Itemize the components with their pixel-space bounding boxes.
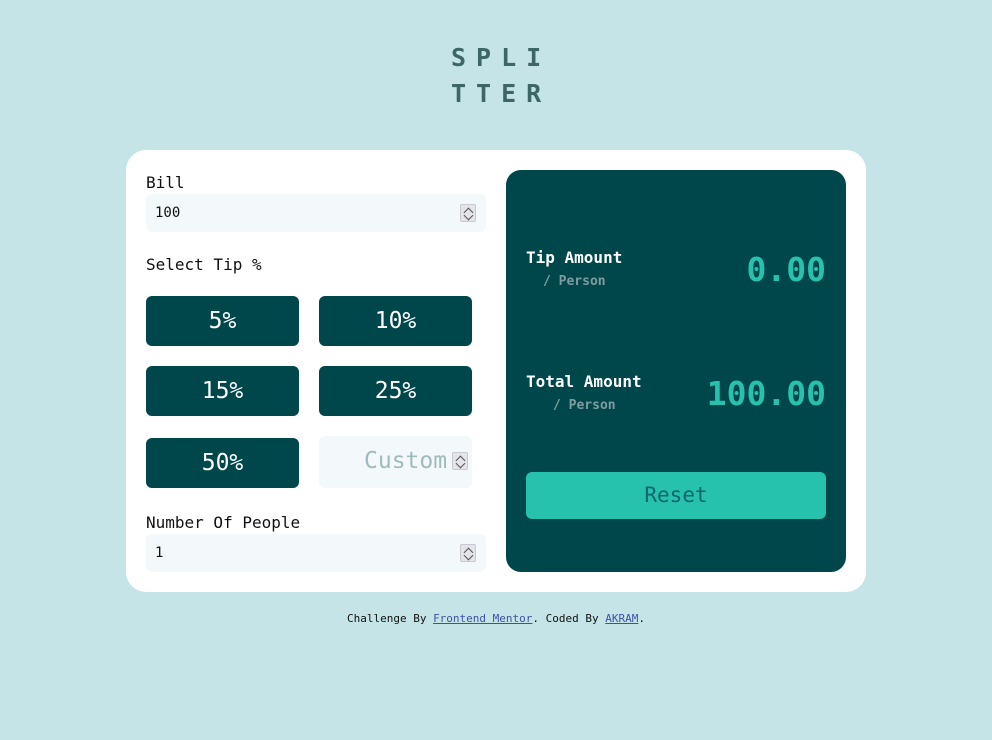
total-amount-title: Total Amount <box>526 372 642 391</box>
bill-label: Bill <box>146 173 185 192</box>
footer-suffix: . <box>638 612 646 625</box>
custom-tip-placeholder: Custom <box>364 448 448 474</box>
total-amount-per-person: / Person <box>553 398 616 413</box>
footer-middle: . Coded By <box>532 612 606 625</box>
custom-tip-input[interactable]: Custom <box>319 436 472 488</box>
custom-tip-stepper[interactable] <box>452 452 468 470</box>
tip-50-button[interactable]: 50% <box>146 438 299 488</box>
footer: Challenge By Frontend Mentor. Coded By A… <box>0 612 992 625</box>
bill-stepper[interactable] <box>460 204 476 222</box>
tip-10-button[interactable]: 10% <box>319 296 472 346</box>
people-stepper[interactable] <box>460 544 476 562</box>
people-input[interactable]: 1 <box>146 534 486 572</box>
calculator-card: Bill 100 Select Tip % 5% 10% 15% 25% 50%… <box>126 150 866 592</box>
frontend-mentor-link[interactable]: Frontend Mentor <box>433 612 532 625</box>
logo-line-1: SPLI <box>451 43 552 72</box>
tip-15-button[interactable]: 15% <box>146 366 299 416</box>
tip-amount-value: 0.00 <box>746 250 826 289</box>
author-link[interactable]: AKRAM <box>605 612 638 625</box>
people-input-value: 1 <box>155 545 164 561</box>
results-panel: Tip Amount / Person 0.00 Total Amount / … <box>506 170 846 572</box>
logo-line-2: TTER <box>451 79 552 108</box>
tip-amount-per-person: / Person <box>543 274 606 289</box>
select-tip-label: Select Tip % <box>146 255 262 274</box>
tip-5-button[interactable]: 5% <box>146 296 299 346</box>
bill-input-value: 100 <box>155 205 181 221</box>
people-label: Number Of People <box>146 513 301 532</box>
bill-input[interactable]: 100 <box>146 194 486 232</box>
tip-amount-title: Tip Amount <box>526 248 623 267</box>
reset-button[interactable]: Reset <box>526 472 826 519</box>
tip-25-button[interactable]: 25% <box>319 366 472 416</box>
app-logo: SPLI TTER <box>451 40 551 112</box>
total-amount-value: 100.00 <box>706 374 826 413</box>
footer-prefix: Challenge By <box>346 612 434 625</box>
